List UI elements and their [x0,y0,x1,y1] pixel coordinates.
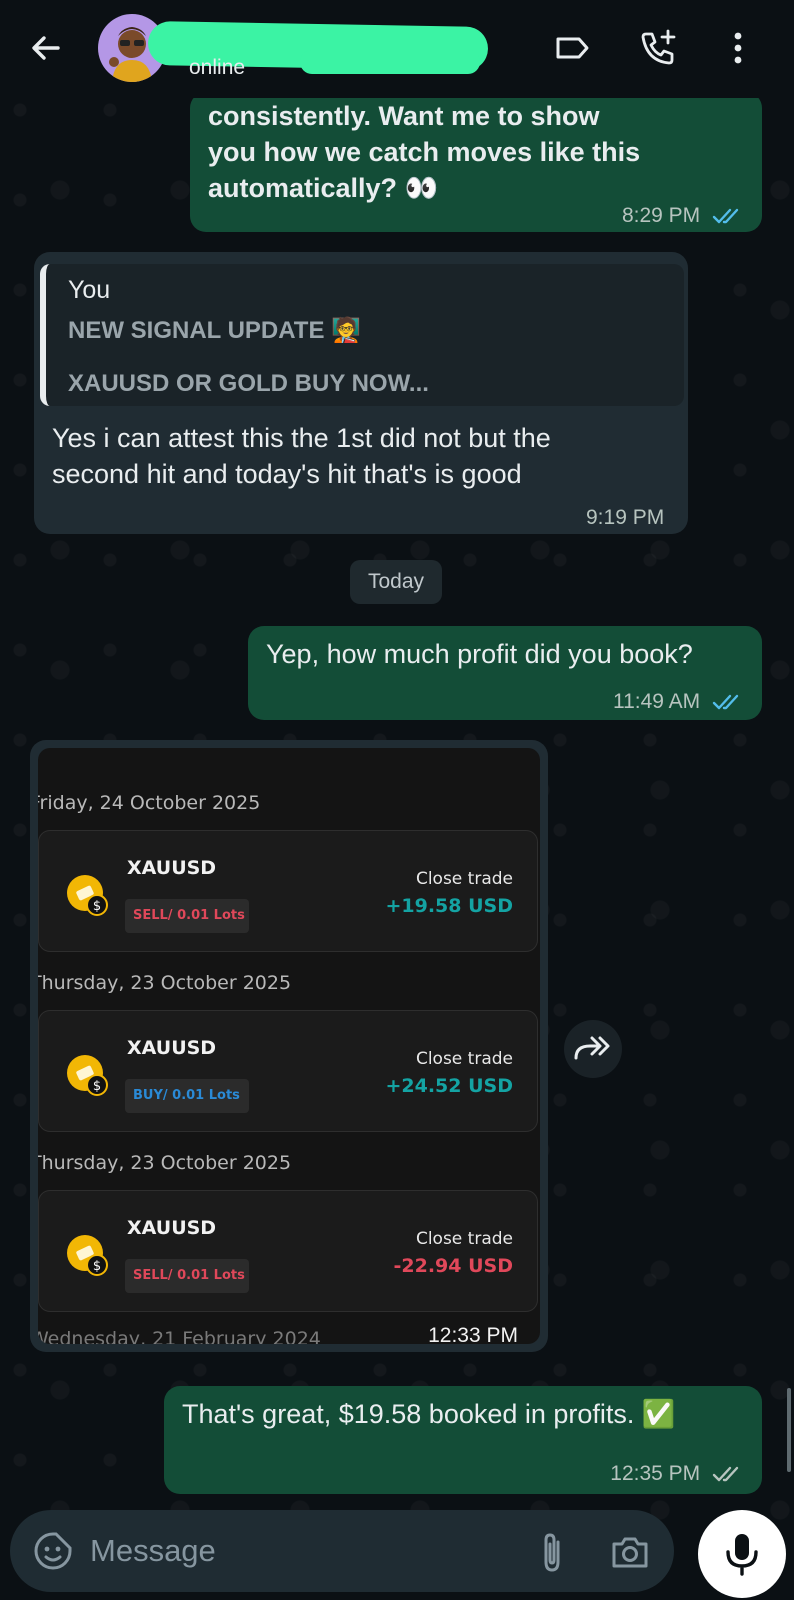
day-label: Friday, 24 October 2025 [38,792,261,814]
day-label: Thursday, 23 October 2025 [38,972,292,994]
svg-text:$: $ [93,1259,101,1274]
camera-button[interactable] [608,1530,652,1574]
more-options-button[interactable] [718,28,758,68]
quoted-line: NEW SIGNAL UPDATE 🧑‍🏫 [68,317,362,344]
back-button[interactable] [26,28,66,68]
svg-text:$: $ [93,899,101,914]
add-call-button[interactable] [638,28,678,68]
message-text: consistently. Want me to show you how we… [208,101,641,203]
trade-symbol: XAUUSD [127,1037,217,1059]
trade-side: BUY/ 0.01 Lots [125,1079,249,1113]
gold-coin-icon: $ [67,875,108,916]
trade-pnl: +19.58 USD [385,895,513,917]
message-timestamp: 8:29 PM [622,204,744,228]
trade-symbol: XAUUSD [127,857,217,879]
message-timestamp: 12:35 PM [610,1462,744,1486]
trade-card: $ XAUUSD BUY/ 0.01 Lots Close trade +24.… [38,1010,538,1132]
trade-card: $ XAUUSD SELL/ 0.01 Lots Close trade -22… [38,1190,538,1312]
message-text: Yep, how much profit did you book? [266,639,693,669]
redaction-mark [300,50,480,74]
chat-header: online [0,0,794,98]
outgoing-message[interactable]: Yep, how much profit did you book? 11:49… [248,626,762,720]
close-trade-label: Close trade [415,1049,513,1069]
read-receipt-icon [712,209,739,224]
label-button[interactable] [552,28,592,68]
delivered-ticks-icon [712,1467,739,1482]
quoted-line: XAUUSD OR GOLD BUY NOW... [68,370,429,397]
trade-history-screenshot[interactable]: Friday, 24 October 2025 $ XAUUSD SELL/ 0… [38,748,540,1344]
emoji-button[interactable] [32,1530,74,1572]
outgoing-message[interactable]: consistently. Want me to show you how we… [190,92,762,232]
trade-pnl: -22.94 USD [393,1255,513,1277]
more-vertical-icon [734,32,742,64]
back-arrow-icon [32,36,60,60]
message-input[interactable] [90,1528,450,1574]
trade-side: SELL/ 0.01 Lots [125,899,249,933]
message-timestamp: 12:33 PM [428,1324,518,1347]
message-timestamp: 9:19 PM [586,506,665,529]
sticker-icon [34,1532,72,1570]
message-composer [10,1510,674,1592]
close-trade-label: Close trade [415,869,513,889]
close-trade-label: Close trade [415,1229,513,1249]
day-label: Thursday, 23 October 2025 [38,1152,292,1174]
microphone-icon [726,1534,758,1576]
label-icon [556,37,589,59]
camera-icon [612,1537,648,1568]
read-receipt-icon [712,695,739,710]
trade-pnl: +24.52 USD [385,1075,513,1097]
trade-card: $ XAUUSD SELL/ 0.01 Lots Close trade +19… [38,830,538,952]
forward-button[interactable] [564,1020,622,1078]
quoted-author: You [68,276,111,304]
trade-symbol: XAUUSD [127,1217,217,1239]
svg-text:$: $ [93,1079,101,1094]
contact-status: online [189,56,246,79]
paperclip-icon [544,1533,560,1572]
add-call-icon [641,29,676,65]
gold-coin-icon: $ [67,1235,108,1276]
scrollbar[interactable] [787,1388,791,1472]
message-text: Yes i can attest this the 1st did not bu… [52,423,551,489]
day-label: Wednesday, 21 February 2024 [38,1328,321,1344]
image-message[interactable]: Friday, 24 October 2025 $ XAUUSD SELL/ 0… [30,740,548,1352]
trade-side: SELL/ 0.01 Lots [125,1259,249,1293]
voice-record-button[interactable] [698,1510,786,1598]
message-timestamp: 11:49 AM [613,690,744,714]
attach-button[interactable] [532,1530,572,1574]
gold-coin-icon: $ [67,1055,108,1096]
forward-icon [574,1036,610,1060]
message-text: That's great, $19.58 booked in profits. … [182,1399,676,1429]
quoted-message[interactable]: You NEW SIGNAL UPDATE 🧑‍🏫 XAUUSD OR GOLD… [40,264,684,406]
date-separator: Today [350,560,442,604]
outgoing-message[interactable]: That's great, $19.58 booked in profits. … [164,1386,762,1494]
